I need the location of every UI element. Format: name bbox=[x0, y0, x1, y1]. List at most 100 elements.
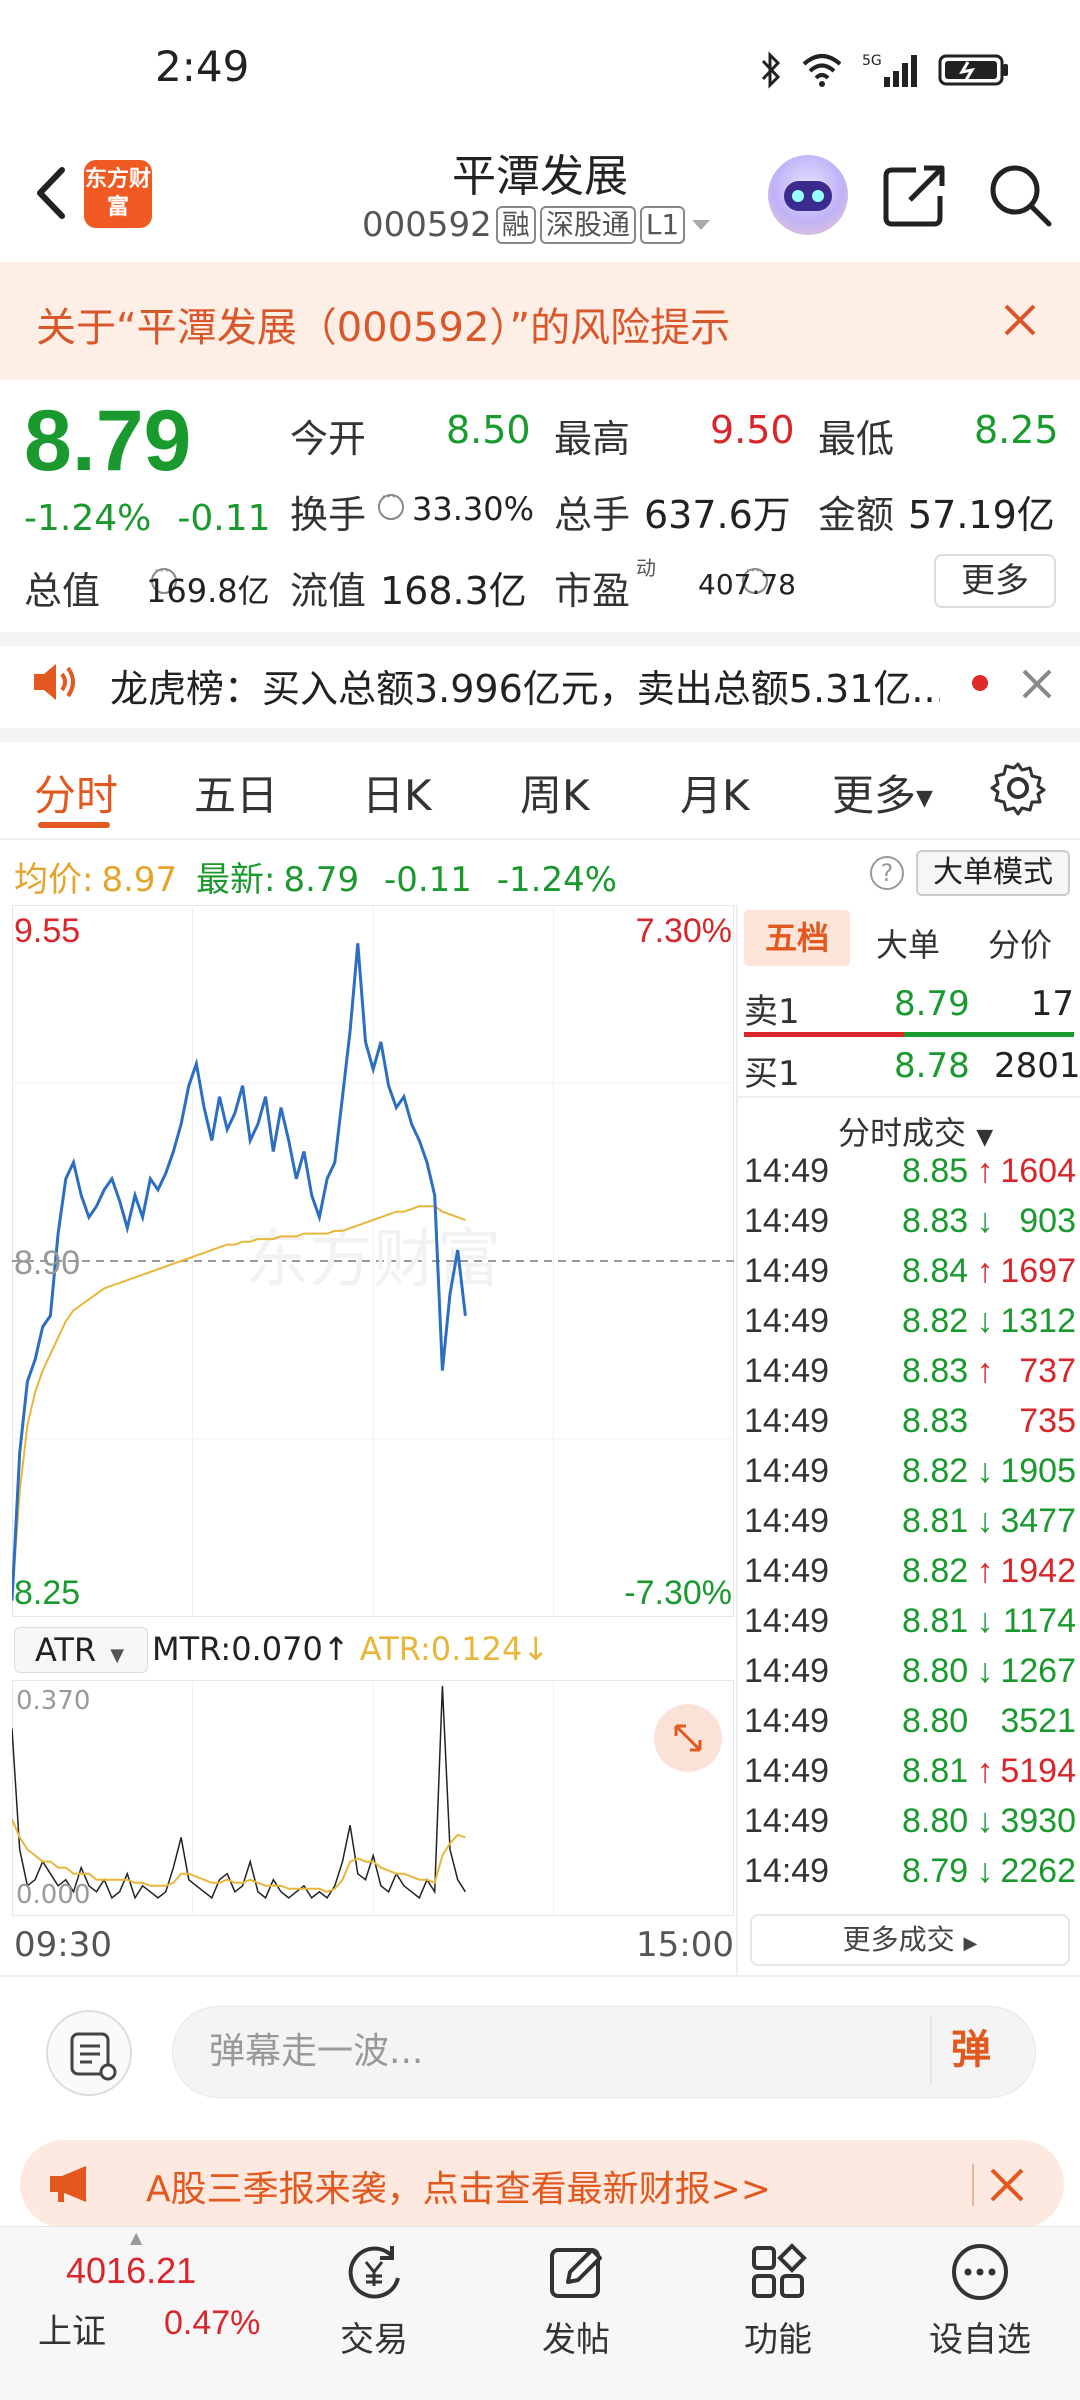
amount-value: 57.19亿 bbox=[908, 493, 1055, 537]
tab-five-day[interactable]: 五日 bbox=[194, 762, 278, 823]
big-order-mode-button[interactable]: 大单模式 bbox=[916, 850, 1070, 896]
high-label: 最高 bbox=[554, 417, 631, 461]
buy-bar bbox=[904, 1032, 1074, 1037]
trade-volume: 903 bbox=[1019, 1201, 1076, 1240]
trade-volume: 1942 bbox=[1000, 1551, 1076, 1590]
dragon-tiger-text[interactable]: 龙虎榜：买入总额3.996亿元，卖出总额5.31亿... bbox=[110, 658, 940, 713]
svg-text:5G: 5G bbox=[862, 53, 882, 69]
edit-icon bbox=[550, 2248, 602, 2298]
more-trades-button[interactable]: 更多成交 ▶ bbox=[750, 1914, 1070, 1966]
unread-dot bbox=[972, 675, 988, 691]
tab-order-book[interactable]: 五档 bbox=[744, 910, 850, 966]
nav-trade[interactable]: 交易 bbox=[314, 2240, 434, 2361]
more-button[interactable]: 更多 bbox=[934, 554, 1056, 608]
index-name[interactable]: 上证 bbox=[38, 2304, 106, 2353]
index-change[interactable]: 0.47% bbox=[164, 2304, 260, 2343]
change-percent: -1.24% bbox=[24, 498, 152, 539]
trade-price: 8.84 bbox=[902, 1251, 969, 1290]
tab-big-orders[interactable]: 大单 bbox=[876, 920, 940, 966]
close-icon[interactable] bbox=[1020, 667, 1054, 701]
tab-daily-k[interactable]: 日K bbox=[362, 762, 432, 823]
pct-bottom-label: -7.30% bbox=[624, 1574, 732, 1612]
nav-post[interactable]: 发帖 bbox=[516, 2240, 636, 2361]
comment-list-button[interactable] bbox=[46, 2010, 132, 2096]
grid-icon bbox=[752, 2243, 807, 2298]
atr-chart[interactable] bbox=[12, 1680, 734, 1916]
indicator-name: ATR bbox=[35, 1631, 97, 1669]
divider bbox=[0, 1975, 1080, 1977]
caret-up-icon[interactable]: ▲ bbox=[130, 2228, 142, 2247]
index-value[interactable]: 4016.21 bbox=[66, 2250, 196, 2292]
buy-label: 买1 bbox=[744, 1054, 800, 1094]
close-icon[interactable] bbox=[988, 2166, 1026, 2204]
trade-volume: 735 bbox=[1019, 1401, 1076, 1440]
trade-price: 8.80 bbox=[902, 1801, 969, 1840]
tab-more-label: 更多 bbox=[832, 771, 917, 820]
trade-time: 14:49 bbox=[744, 1751, 830, 1790]
tab-price-dist[interactable]: 分价 bbox=[988, 920, 1052, 966]
nav-watchlist[interactable]: 设自选 bbox=[920, 2240, 1040, 2361]
trade-time: 14:49 bbox=[744, 1451, 830, 1490]
trade-direction: ↓ bbox=[976, 1801, 994, 1840]
gear-icon[interactable] bbox=[990, 760, 1046, 816]
trade-volume: 3477 bbox=[1000, 1501, 1076, 1540]
trade-price: 8.82 bbox=[902, 1451, 969, 1490]
time-start-label: 09:30 bbox=[14, 1925, 112, 1965]
trade-volume: 1905 bbox=[1000, 1451, 1076, 1490]
nav-functions[interactable]: 功能 bbox=[718, 2240, 838, 2361]
tag-level: L1 bbox=[639, 206, 686, 244]
expand-icon bbox=[674, 1724, 702, 1752]
y-bottom-label: 8.25 bbox=[14, 1574, 81, 1612]
tab-more[interactable]: 更多▼ bbox=[832, 762, 933, 823]
trade-price: 8.82 bbox=[902, 1551, 969, 1590]
trade-direction: ↑ bbox=[976, 1351, 994, 1390]
trade-time: 14:49 bbox=[744, 1651, 830, 1690]
sell-volume: 17 bbox=[1030, 984, 1074, 1024]
trade-volume: 2262 bbox=[1000, 1851, 1076, 1890]
search-icon[interactable] bbox=[985, 160, 1055, 230]
promo-text[interactable]: A股三季报来袭，点击查看最新财报>> bbox=[146, 2160, 771, 2212]
bluetooth-icon bbox=[761, 51, 781, 89]
trade-time: 14:49 bbox=[744, 1251, 830, 1290]
help-icon[interactable]: ? bbox=[870, 856, 904, 890]
caret-down-icon: ▼ bbox=[916, 786, 933, 811]
trade-price: 8.81 bbox=[902, 1501, 969, 1540]
assistant-avatar[interactable] bbox=[768, 155, 848, 235]
nav-trade-label: 交易 bbox=[340, 2320, 408, 2360]
trade-time: 14:49 bbox=[744, 1301, 830, 1340]
share-icon[interactable] bbox=[880, 160, 950, 230]
close-icon[interactable] bbox=[1000, 300, 1040, 340]
back-button[interactable] bbox=[20, 158, 80, 228]
expand-button[interactable] bbox=[654, 1704, 722, 1772]
comment-list-icon bbox=[70, 2032, 117, 2081]
panel-divider bbox=[736, 905, 738, 1977]
app-logo: 东方财富 bbox=[84, 160, 152, 228]
divider bbox=[0, 632, 1080, 646]
tab-monthly-k[interactable]: 月K bbox=[680, 762, 750, 823]
divider bbox=[738, 1096, 1080, 1098]
intraday-chart[interactable]: 东方财富 bbox=[12, 905, 734, 1617]
trade-volume: 5194 bbox=[1000, 1751, 1076, 1790]
caret-down-icon: ▼ bbox=[110, 1645, 125, 1666]
indicator-select[interactable]: ATR ▼ bbox=[14, 1627, 148, 1673]
tab-weekly-k[interactable]: 周K bbox=[520, 762, 590, 823]
latest-change: -0.11 bbox=[383, 860, 472, 900]
trade-time: 14:49 bbox=[744, 1401, 830, 1440]
speaker-icon bbox=[34, 664, 75, 700]
y-top-label: 9.55 bbox=[14, 912, 81, 950]
mtr-line bbox=[12, 1685, 467, 1900]
tab-intraday[interactable]: 分时 bbox=[34, 762, 118, 823]
trade-price: 8.80 bbox=[902, 1701, 969, 1740]
danmu-input[interactable]: 弹幕走一波... bbox=[172, 2006, 1036, 2098]
info-icon[interactable] bbox=[378, 487, 404, 520]
trade-direction: ↑ bbox=[976, 1551, 994, 1590]
caret-down-icon[interactable] bbox=[689, 213, 713, 237]
trade-row: 14:49 8.79 ↓ 2262 bbox=[744, 1846, 1076, 1896]
danmu-button[interactable]: 弹 bbox=[930, 2015, 1010, 2085]
risk-banner-text[interactable]: 关于“平潭发展（000592）”的风险提示 bbox=[36, 295, 730, 353]
float-value: 168.3亿 bbox=[380, 569, 527, 613]
arrow-down-icon: ↓ bbox=[522, 1630, 550, 1668]
trade-direction: ↓ bbox=[976, 1501, 994, 1540]
trade-row: 14:49 8.82 ↓ 1312 bbox=[744, 1296, 1076, 1346]
latest-label: 最新: bbox=[195, 860, 276, 900]
